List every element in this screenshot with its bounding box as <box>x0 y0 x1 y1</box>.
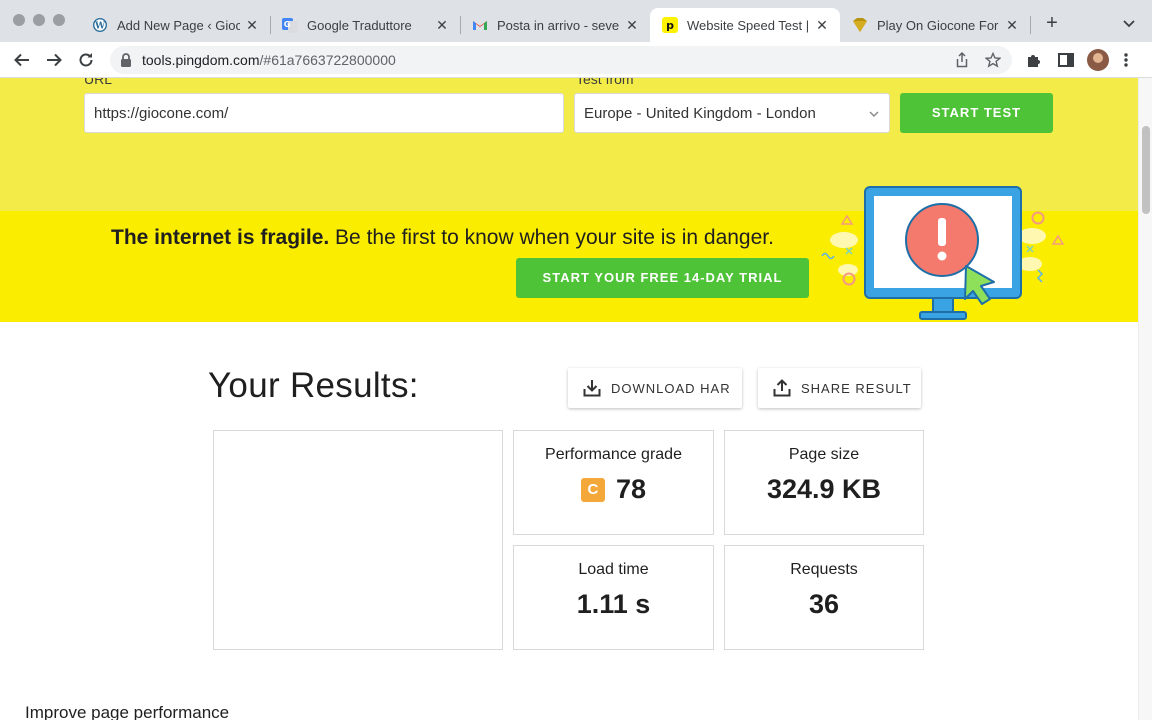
share-result-label: SHARE RESULT <box>801 380 912 396</box>
page-size-value: 324.9 KB <box>766 474 882 504</box>
close-icon[interactable]: ✕ <box>434 17 450 34</box>
more-menu-icon[interactable] <box>1122 51 1140 69</box>
page-screenshot-preview <box>213 430 503 650</box>
performance-grade-value: C 78 <box>514 474 713 505</box>
close-icon[interactable]: ✕ <box>1004 17 1020 34</box>
new-tab-button[interactable]: + <box>1042 12 1062 34</box>
requests-value: 36 <box>808 589 840 619</box>
load-time-label: Load time <box>578 561 649 578</box>
google-translate-icon: G <box>282 17 298 33</box>
start-test-button[interactable]: START TEST <box>900 93 1053 133</box>
address-bar[interactable]: tools.pingdom.com/#61a7663722800000 <box>110 46 1012 74</box>
tab-gmail[interactable]: Posta in arrivo - seven ✕ <box>460 8 650 42</box>
tab-search-chevron-icon[interactable] <box>1120 14 1138 32</box>
forward-icon[interactable] <box>44 50 64 70</box>
load-time-card: Load time 1.11 s <box>513 545 714 650</box>
close-icon[interactable]: ✕ <box>244 17 260 34</box>
tab-pingdom[interactable]: p Website Speed Test | P ✕ <box>650 8 840 42</box>
tab-giocone[interactable]: Play On Giocone For F ✕ <box>840 8 1030 42</box>
grade-badge: C <box>580 477 605 502</box>
back-icon[interactable] <box>12 50 32 70</box>
requests-label: Requests <box>790 561 858 578</box>
giocone-icon <box>852 17 868 33</box>
tab-google-translate[interactable]: G Google Traduttore ✕ <box>270 8 460 42</box>
window-close-button[interactable] <box>13 14 25 26</box>
test-location-select[interactable]: Europe - United Kingdom - London <box>574 93 890 133</box>
download-icon <box>583 380 601 397</box>
gmail-icon <box>472 17 488 33</box>
bookmark-star-icon[interactable] <box>984 51 1002 68</box>
url-input[interactable]: https://giocone.com/ <box>84 93 564 133</box>
lock-icon[interactable] <box>120 53 132 72</box>
close-icon[interactable]: ✕ <box>624 17 640 34</box>
monitor-alert-illustration <box>818 178 1068 324</box>
scrollbar-thumb[interactable] <box>1142 126 1150 214</box>
svg-text:p: p <box>666 19 674 32</box>
reload-icon[interactable] <box>76 50 96 70</box>
page-size-label: Page size <box>788 446 860 463</box>
grade-score: 78 <box>615 474 647 504</box>
tab-wordpress[interactable]: W Add New Page ‹ Gioco ✕ <box>80 8 270 42</box>
url-text: tools.pingdom.com/#61a7663722800000 <box>142 52 396 68</box>
close-icon[interactable]: ✕ <box>814 17 830 34</box>
tab-title: Google Traduttore <box>307 17 412 33</box>
share-result-button[interactable]: SHARE RESULT <box>758 368 921 408</box>
load-time-value: 1.11 s <box>576 589 651 619</box>
performance-grade-card: Performance grade C 78 <box>513 430 714 535</box>
side-panel-icon[interactable] <box>1057 51 1075 69</box>
selected-region: Europe - United Kingdom - London <box>584 105 816 122</box>
download-har-label: DOWNLOAD HAR <box>611 380 731 396</box>
page-viewport: URL Test from https://giocone.com/ Europ… <box>0 78 1138 720</box>
tab-title: Website Speed Test | P <box>687 17 810 33</box>
tab-title: Posta in arrivo - seven <box>497 17 620 33</box>
browser-toolbar: tools.pingdom.com/#61a7663722800000 <box>0 42 1152 78</box>
svg-text:G: G <box>284 20 291 29</box>
page-scrollbar[interactable] <box>1138 78 1152 720</box>
extensions-puzzle-icon[interactable] <box>1025 51 1043 69</box>
pingdom-icon: p <box>662 17 678 33</box>
svg-text:W: W <box>94 22 106 32</box>
tab-title: Add New Page ‹ Gioco <box>117 17 240 33</box>
chevron-down-icon <box>868 107 880 124</box>
tab-title: Play On Giocone For F <box>877 17 1000 33</box>
test-from-label: Test from <box>576 78 634 87</box>
wordpress-icon: W <box>92 17 108 33</box>
performance-grade-label: Performance grade <box>545 446 682 463</box>
url-label: URL <box>84 78 113 87</box>
window-minimize-button[interactable] <box>33 14 45 26</box>
window-zoom-button[interactable] <box>53 14 65 26</box>
banner-message: The internet is fragile. Be the first to… <box>111 226 774 249</box>
page-size-card: Page size 324.9 KB <box>724 430 924 535</box>
results-title: Your Results: <box>208 366 419 405</box>
share-upload-icon <box>773 379 791 397</box>
free-trial-button[interactable]: START YOUR FREE 14-DAY TRIAL <box>516 258 809 298</box>
browser-tab-strip: W Add New Page ‹ Gioco ✕ G Google Tradut… <box>0 0 1152 42</box>
improve-performance-heading: Improve page performance <box>25 703 230 720</box>
requests-card: Requests 36 <box>724 545 924 650</box>
download-har-button[interactable]: DOWNLOAD HAR <box>568 368 742 408</box>
profile-avatar[interactable] <box>1087 49 1109 71</box>
share-page-icon[interactable] <box>954 51 970 68</box>
